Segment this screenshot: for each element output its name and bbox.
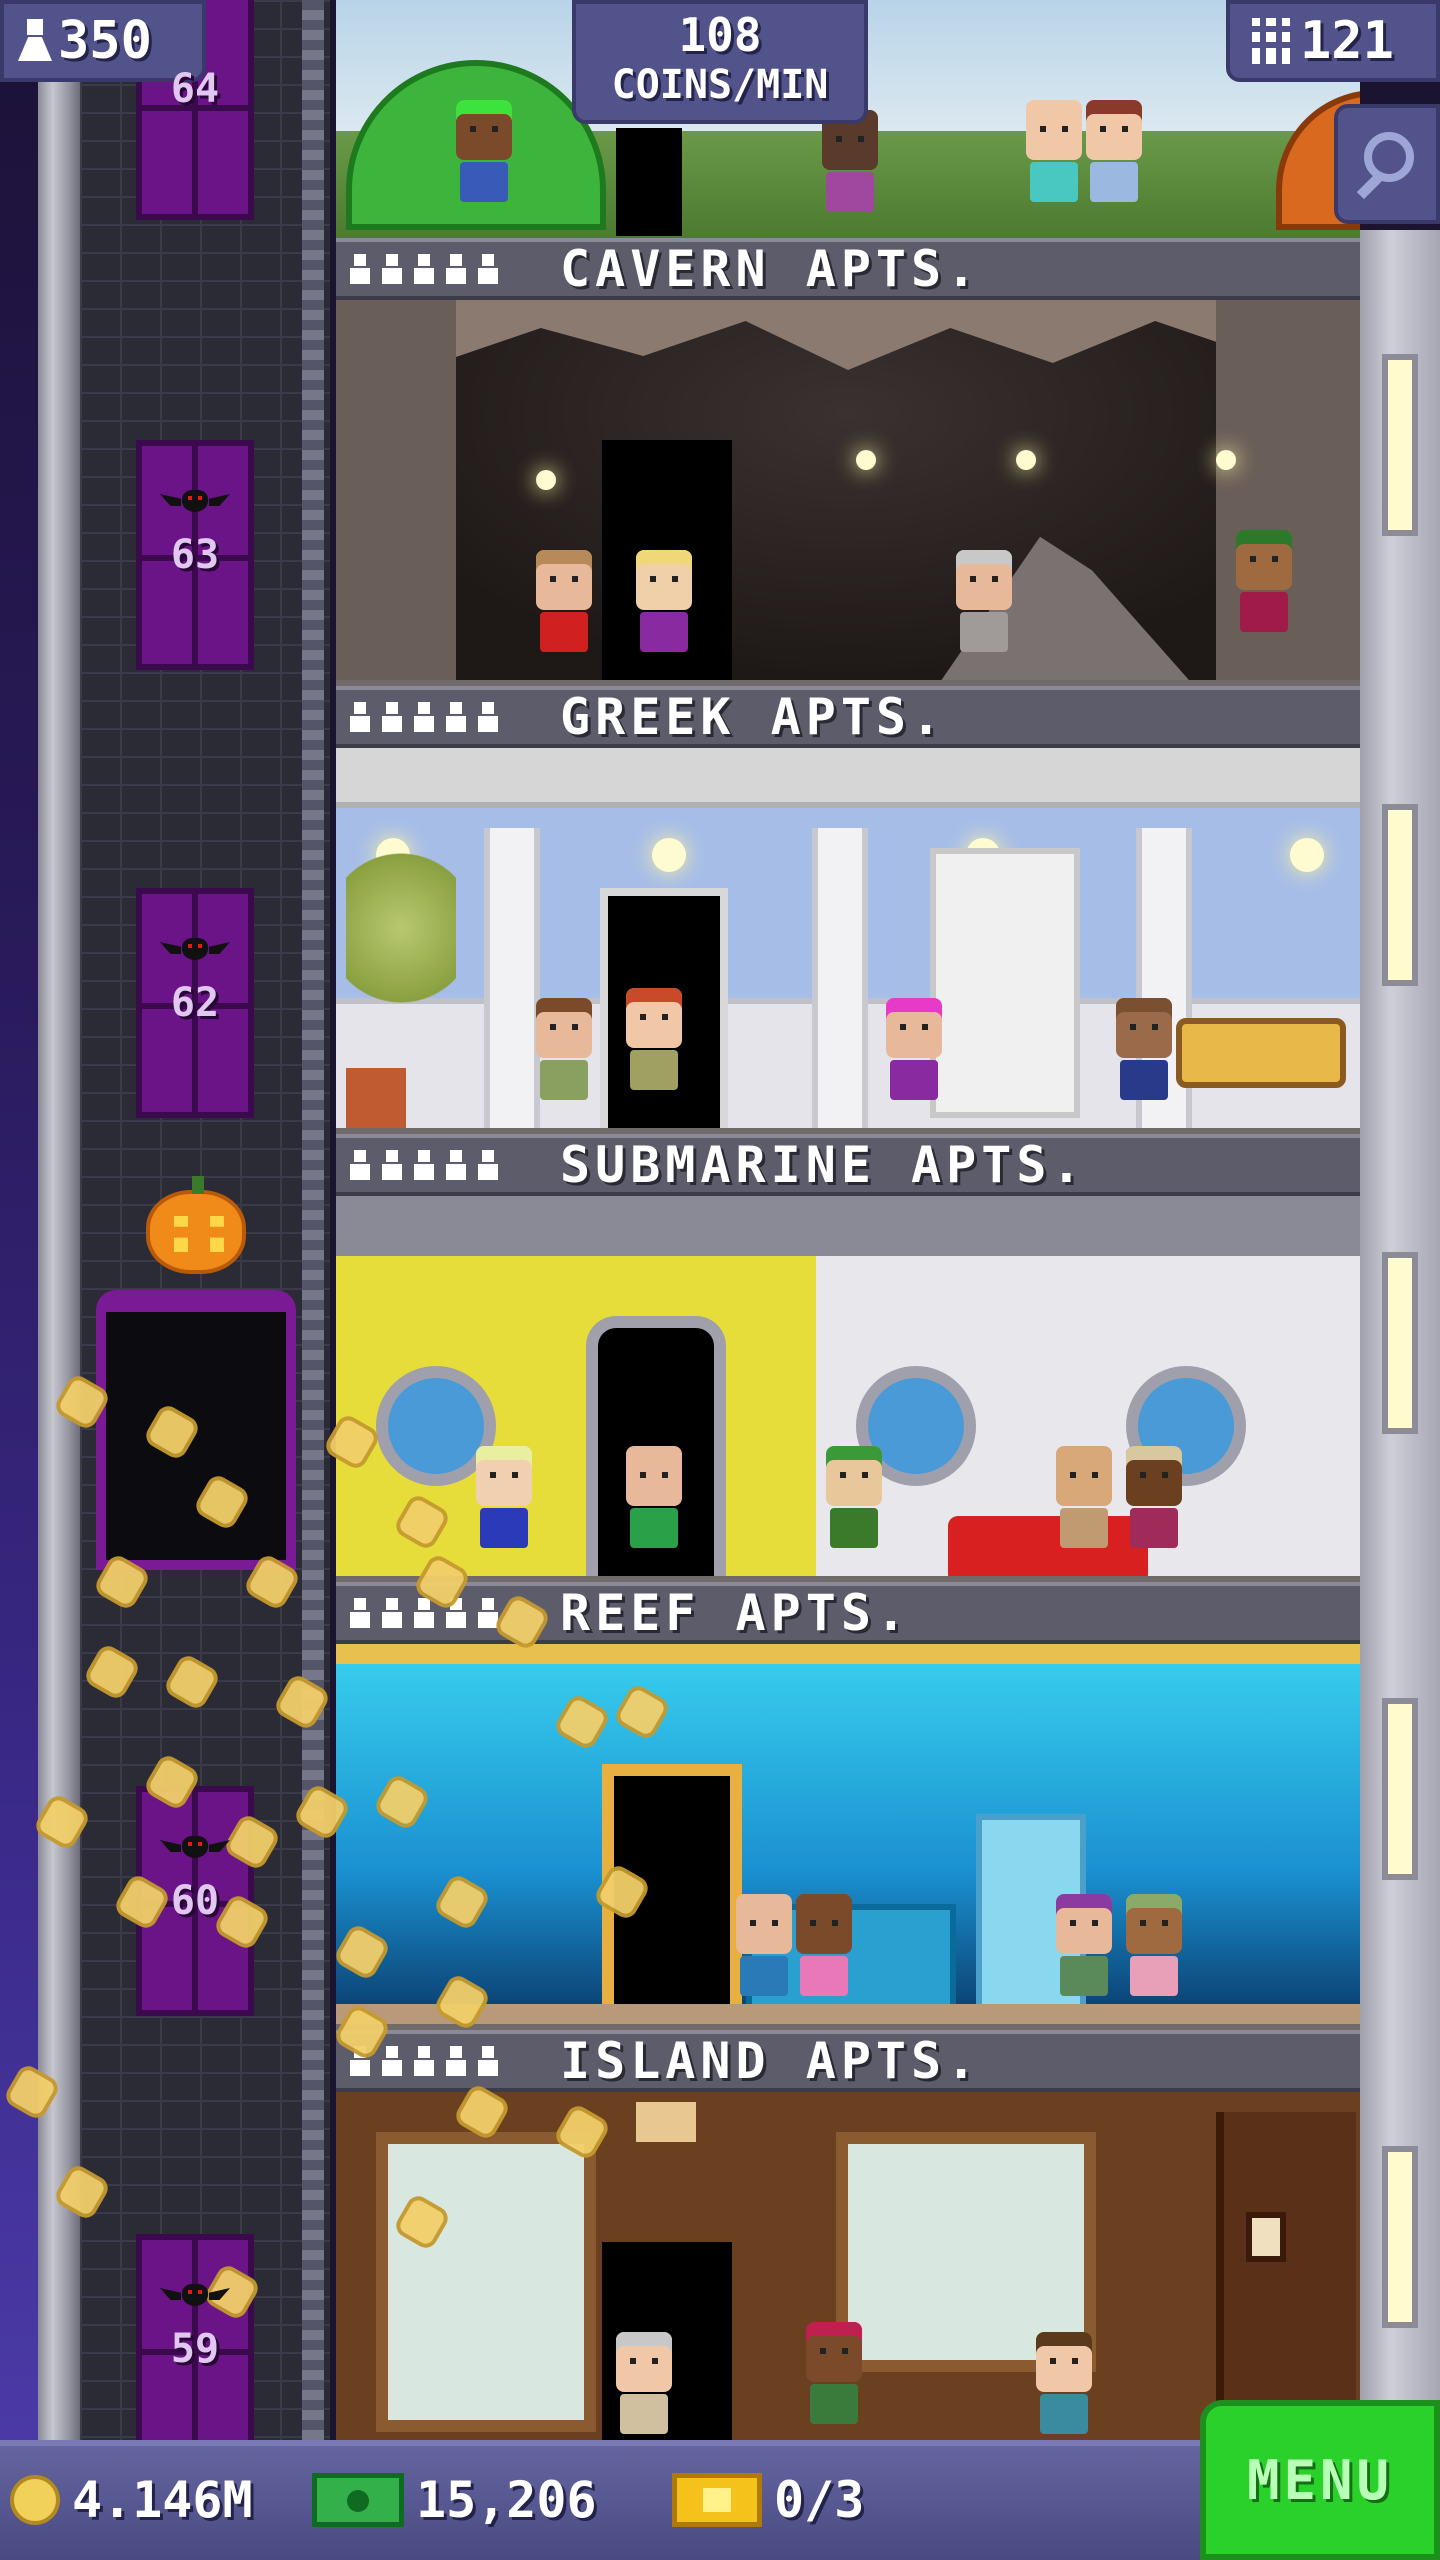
floor-name: REEF APTS.: [560, 1584, 912, 1642]
coins-per-minute-value: 108: [678, 8, 762, 62]
floor-cavern-apts[interactable]: [336, 300, 1360, 688]
bux-balance[interactable]: 15,206: [312, 2468, 597, 2532]
stairwell-door: 62: [136, 888, 254, 1118]
coins-per-minute-unit: COINS/MIN: [611, 62, 829, 108]
bitizen[interactable]: [1126, 1894, 1182, 1996]
floor-island-apts[interactable]: [336, 2092, 1360, 2440]
bitizen[interactable]: [822, 110, 878, 212]
bat-icon: [160, 486, 230, 516]
vip-tickets-value: 0/3: [774, 2471, 865, 2529]
bitizen[interactable]: [1056, 1894, 1112, 1996]
resident-count-icons: [350, 702, 560, 732]
floor-label-bar[interactable]: REEF APTS.: [336, 1582, 1360, 1644]
bitizen[interactable]: [626, 988, 682, 1090]
bitizen[interactable]: [796, 1894, 852, 1996]
search-button[interactable]: [1334, 104, 1440, 224]
bux-balance-value: 15,206: [416, 2471, 597, 2529]
floor-reef-apts[interactable]: [336, 1644, 1360, 2032]
bitizen[interactable]: [536, 998, 592, 1100]
floor-label-bar[interactable]: ISLAND APTS.: [336, 2030, 1360, 2092]
bat-icon: [160, 1832, 230, 1862]
floor-door: [616, 128, 682, 236]
bitizen[interactable]: [1236, 530, 1292, 632]
bat-icon: [160, 934, 230, 964]
building-icon: [1252, 18, 1290, 64]
floor-name: CAVERN APTS.: [560, 240, 982, 298]
pumpkin-icon: [146, 1176, 246, 1274]
person-icon: [18, 19, 52, 63]
bitizen[interactable]: [806, 2322, 862, 2424]
bitizen[interactable]: [1056, 1446, 1112, 1548]
bitizen[interactable]: [626, 1446, 682, 1548]
bitizen[interactable]: [1086, 100, 1142, 202]
stairwell-floor-number: 59: [170, 2326, 220, 2372]
floor-submarine-apts[interactable]: [336, 1196, 1360, 1584]
floor-greek-apts[interactable]: [336, 748, 1360, 1136]
resident-count-icons: [350, 1150, 560, 1180]
bitizen[interactable]: [456, 100, 512, 202]
bitizen[interactable]: [1026, 100, 1082, 202]
coins-balance-value: 4.146M: [72, 2471, 253, 2529]
bitizen[interactable]: [826, 1446, 882, 1548]
magnifier-icon: [1364, 132, 1414, 182]
bat-icon: [160, 2280, 230, 2310]
stairwell-floor-number: 62: [170, 980, 220, 1026]
side-window: [1388, 810, 1412, 980]
bitizen[interactable]: [1116, 998, 1172, 1100]
resident-count-icons: [350, 2046, 560, 2076]
floor-name: ISLAND APTS.: [560, 2032, 982, 2090]
side-window: [1388, 360, 1412, 530]
bitizen[interactable]: [636, 550, 692, 652]
side-window: [1388, 1258, 1412, 1428]
bitizen[interactable]: [956, 550, 1012, 652]
coins-balance[interactable]: 4.146M: [10, 2468, 253, 2532]
bitizen[interactable]: [616, 2332, 672, 2434]
bitizen[interactable]: [1036, 2332, 1092, 2434]
stairwell-floor-number: 64: [170, 66, 220, 112]
bitizen[interactable]: [476, 1446, 532, 1548]
bitizen[interactable]: [886, 998, 942, 1100]
bitizen[interactable]: [1126, 1446, 1182, 1548]
floor-name: GREEK APTS.: [560, 688, 947, 746]
elevator-cable: [302, 0, 324, 2440]
floor-label-bar[interactable]: SUBMARINE APTS.: [336, 1134, 1360, 1196]
stairwell-floor-number: 60: [170, 1878, 220, 1924]
stairwell-door: 63: [136, 440, 254, 670]
bitizen[interactable]: [536, 550, 592, 652]
population-value: 350: [58, 11, 152, 71]
vip-ticket-icon: [672, 2473, 762, 2527]
side-window: [1388, 1704, 1412, 1874]
menu-button[interactable]: MENU: [1200, 2400, 1440, 2560]
stairwell-floor-number: 63: [170, 532, 220, 578]
bitizen[interactable]: [736, 1894, 792, 1996]
coins-per-minute-panel: 108 COINS/MIN: [572, 0, 868, 124]
stairwell-door: 60: [136, 1786, 254, 2016]
bux-cash-icon: [312, 2473, 404, 2527]
floor-counter[interactable]: 121: [1226, 0, 1440, 82]
floor-name: SUBMARINE APTS.: [560, 1136, 1087, 1194]
coin-icon: [10, 2475, 60, 2525]
floor-count-value: 121: [1300, 11, 1394, 71]
floor-label-bar[interactable]: GREEK APTS.: [336, 686, 1360, 748]
bookshelf: [930, 848, 1080, 1118]
vip-tickets[interactable]: 0/3: [672, 2468, 864, 2532]
side-window: [1388, 2152, 1412, 2322]
resident-count-icons: [350, 254, 560, 284]
floor-label-bar[interactable]: CAVERN APTS.: [336, 238, 1360, 300]
